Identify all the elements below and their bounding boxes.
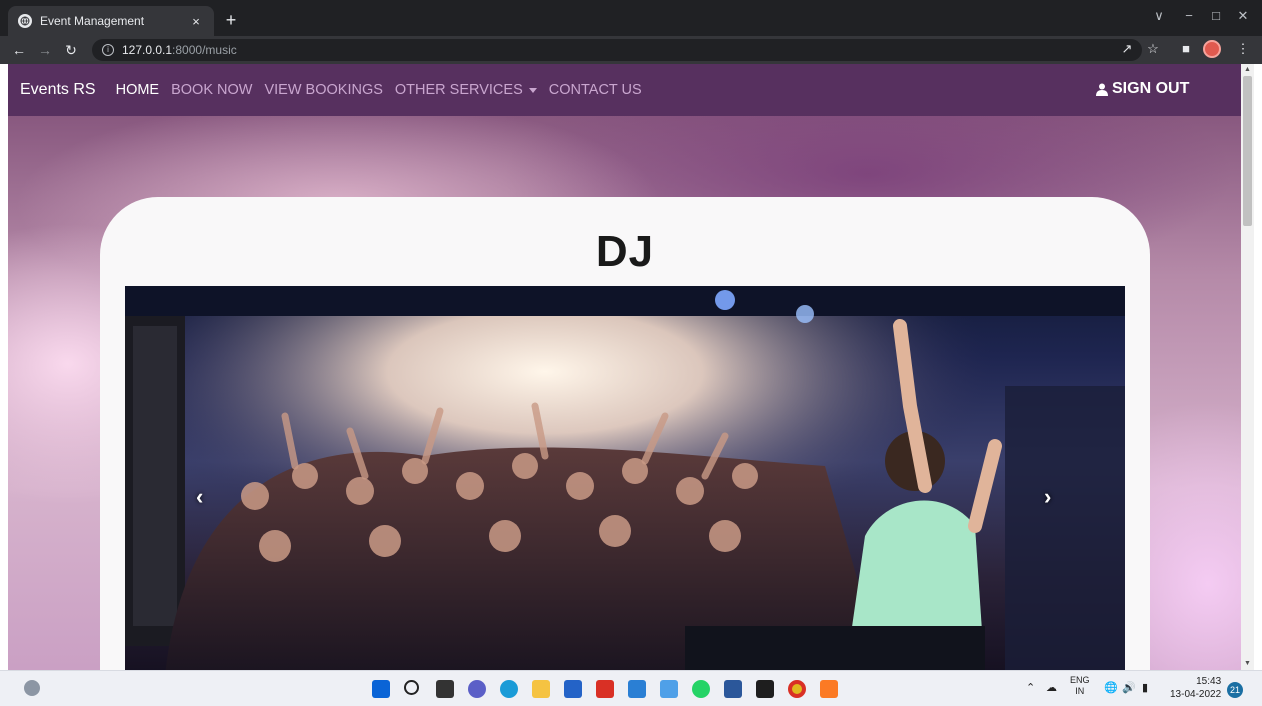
brand-link[interactable]: Events RS [20,81,96,99]
clock-time: 15:43 [1196,676,1222,687]
tab-search-icon[interactable]: ∨ [1148,8,1170,24]
nav-home[interactable]: HOME [116,82,160,98]
user-icon [1096,83,1108,96]
address-bar[interactable]: i 127.0.0.1:8000/music [92,39,1142,61]
xampp-icon[interactable] [820,680,838,698]
side-panel-icon[interactable]: ■ [1177,41,1195,56]
language-indicator[interactable]: ENG IN [1070,675,1090,697]
mail-icon[interactable] [628,680,646,698]
url-path: :8000/music [172,43,237,57]
chrome-icon[interactable] [788,680,806,698]
url-host: 127.0.0.1 [122,43,173,57]
bookmark-star-icon[interactable]: ☆ [1144,41,1162,57]
nav-contact-us[interactable]: CONTACT US [549,82,642,98]
windows-taskbar: ⌃ ☁ ENG IN 🌐 🔊 ▮ 15:43 13-04-2022 21 [0,670,1262,706]
browser-menu-icon[interactable]: ⋮ [1234,41,1252,57]
system-clock[interactable]: 15:43 13-04-2022 [1170,675,1221,701]
nav-view-bookings[interactable]: VIEW BOOKINGS [264,82,382,98]
edge-icon[interactable] [500,680,518,698]
clock-date: 13-04-2022 [1170,689,1222,700]
show-hidden-icons[interactable]: ⌃ [1026,681,1035,694]
browser-tab-strip: Event Management × + ∨ − □ ✕ [0,0,1262,36]
browser-tab[interactable]: Event Management × [8,6,214,36]
minimize-button[interactable]: − [1178,8,1200,23]
teams-chat-icon[interactable] [468,680,486,698]
network-icon[interactable]: 🌐 [1104,681,1118,694]
cloud-icon[interactable]: ☁ [1046,681,1057,694]
scroll-down-icon[interactable]: ▼ [1244,660,1251,667]
share-icon[interactable]: ↗ [1118,41,1136,57]
page-viewport: Events RS HOME BOOK NOW VIEW BOOKINGS OT… [8,64,1241,670]
close-window-button[interactable]: ✕ [1232,8,1254,24]
profile-avatar[interactable] [1203,40,1221,58]
language-code: ENG [1070,675,1090,685]
nav-other-services-dropdown[interactable]: OTHER SERVICES [395,82,537,98]
card-title: DJ [595,227,655,276]
start-icon[interactable] [372,680,390,698]
tab-title: Event Management [40,14,145,28]
terminal-icon[interactable] [756,680,774,698]
sign-out-label: SIGN OUT [1112,80,1190,97]
carousel-next-button[interactable]: › [1044,484,1051,510]
whatsapp-icon[interactable] [692,680,710,698]
dj-carousel-image [125,286,1125,670]
file-explorer-icon[interactable] [532,680,550,698]
sign-out-button[interactable]: SIGN OUT [1096,80,1189,98]
dj-party-illustration [125,286,1125,670]
browser-toolbar: ← → ↻ i 127.0.0.1:8000/music [0,36,1262,64]
scrollbar-thumb[interactable] [1243,76,1252,226]
carousel-prev-button[interactable]: ‹ [196,484,203,510]
reload-icon[interactable]: ↻ [58,42,84,59]
word-icon[interactable] [724,680,742,698]
page-scrollbar[interactable]: ▲ ▼ [1241,64,1254,670]
scroll-up-icon[interactable]: ▲ [1244,66,1251,73]
forward-icon[interactable]: → [32,42,58,58]
caret-down-icon [528,87,537,93]
site-navbar: Events RS HOME BOOK NOW VIEW BOOKINGS OT… [8,64,1241,116]
notification-badge[interactable]: 21 [1227,682,1243,698]
task-view-icon[interactable] [436,680,454,698]
tab-close-icon[interactable]: × [188,14,204,29]
new-tab-button[interactable]: + [220,9,242,31]
store-icon[interactable] [564,680,582,698]
site-info-icon[interactable]: i [102,44,114,56]
volume-icon[interactable]: 🔊 [1122,681,1136,694]
search-icon[interactable] [404,680,419,695]
maximize-button[interactable]: □ [1205,8,1227,23]
region-code: IN [1075,686,1085,696]
widgets-icon[interactable] [24,680,40,696]
globe-icon [18,14,32,28]
gift-app-icon[interactable] [596,680,614,698]
battery-icon[interactable]: ▮ [1142,681,1148,694]
nav-book-now[interactable]: BOOK NOW [171,82,252,98]
nav-other-services-label: OTHER SERVICES [394,82,523,98]
back-icon[interactable]: ← [6,42,32,58]
notepad-icon[interactable] [660,680,678,698]
